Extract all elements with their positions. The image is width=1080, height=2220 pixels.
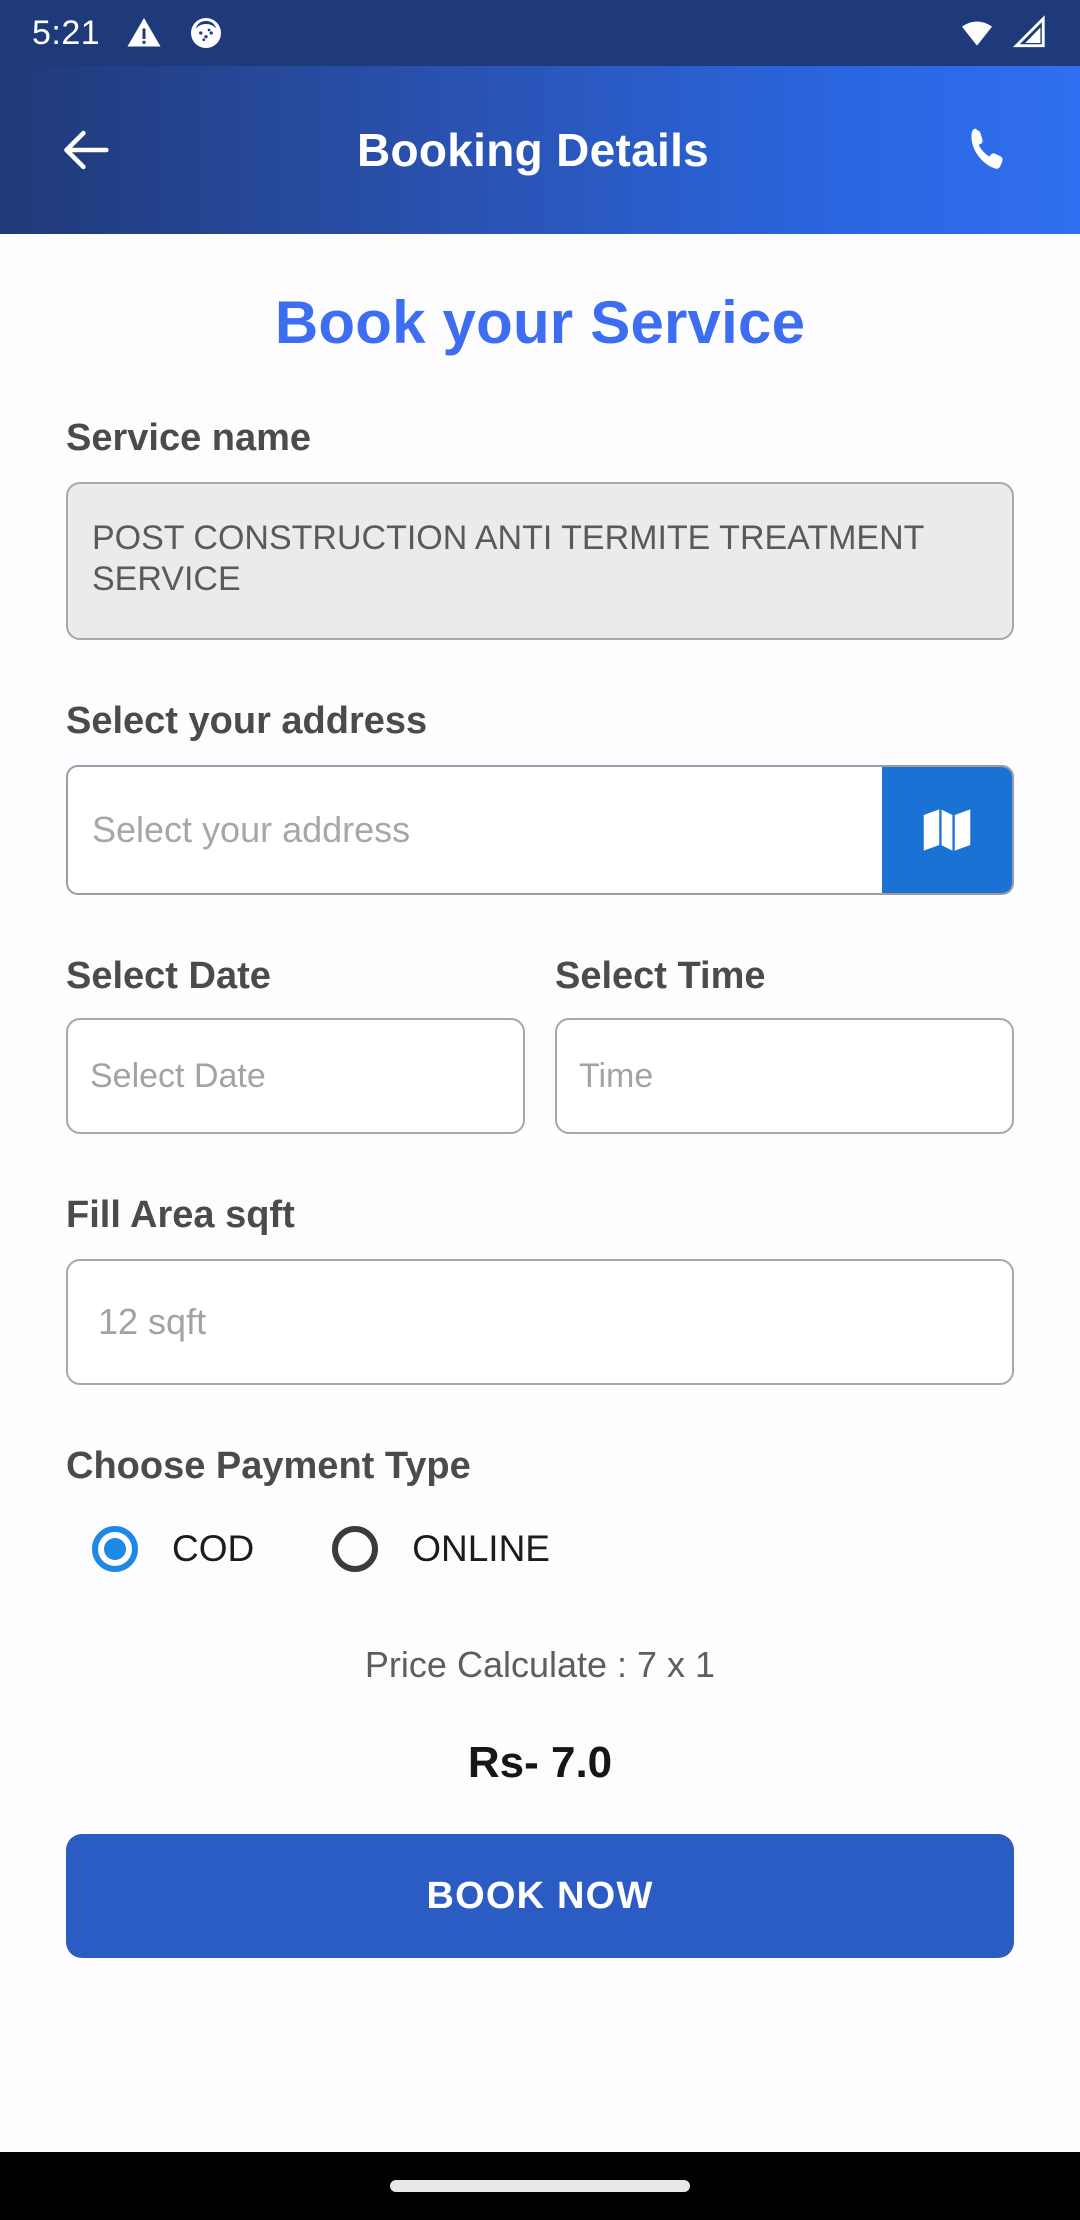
status-bar-left: 5:21 xyxy=(32,14,224,53)
book-now-button[interactable]: BOOK NOW xyxy=(66,1834,1014,1958)
status-bar-right xyxy=(958,14,1048,52)
radio-dot xyxy=(104,1538,126,1560)
debug-circle-icon xyxy=(188,15,224,51)
address-label: Select your address xyxy=(66,700,428,742)
address-input[interactable]: Select your address xyxy=(68,767,882,893)
status-bar-clock: 5:21 xyxy=(32,13,101,52)
system-nav-bar xyxy=(0,2152,1080,2220)
price-total: Rs- 7.0 xyxy=(467,1738,613,1787)
address-field-row: Select your address xyxy=(66,765,1014,895)
date-time-row: Select Date Select Date Select Time Time xyxy=(66,895,1014,1134)
payment-type-label: Choose Payment Type xyxy=(66,1445,471,1487)
service-name-label: Service name xyxy=(66,417,312,459)
radio-selected-icon xyxy=(92,1526,138,1572)
date-column: Select Date Select Date xyxy=(66,895,525,1134)
payment-type-group: COD ONLINE xyxy=(66,1526,1014,1572)
time-input[interactable]: Time xyxy=(555,1018,1014,1134)
wifi-icon xyxy=(958,14,996,52)
payment-option-cod-label: COD xyxy=(172,1528,255,1569)
map-icon xyxy=(916,799,978,861)
radio-unselected-icon xyxy=(332,1526,379,1572)
back-button[interactable] xyxy=(50,113,124,187)
booking-form: Book your Service Service name POST CONS… xyxy=(0,234,1080,2152)
phone-screen: 5:21 Booking Details Book your Service S… xyxy=(0,0,1080,2220)
price-calculation: Price Calculate : 7 x 1 xyxy=(364,1644,716,1685)
date-label: Select Date xyxy=(66,955,271,997)
pick-on-map-button[interactable] xyxy=(882,767,1012,893)
warning-triangle-icon xyxy=(126,15,162,51)
date-input[interactable]: Select Date xyxy=(66,1018,525,1134)
area-input[interactable]: 12 sqft xyxy=(66,1259,1014,1385)
app-bar: Booking Details xyxy=(0,66,1080,234)
status-bar: 5:21 xyxy=(0,0,1080,66)
time-column: Select Time Time xyxy=(555,895,1014,1134)
page-heading: Book your Service xyxy=(274,289,806,356)
home-indicator[interactable] xyxy=(390,2180,690,2192)
back-arrow-icon xyxy=(58,121,116,179)
area-label: Fill Area sqft xyxy=(66,1194,295,1236)
phone-icon xyxy=(961,122,1017,178)
payment-option-cod[interactable]: COD xyxy=(92,1526,254,1572)
call-button[interactable] xyxy=(952,113,1026,187)
page-title: Booking Details xyxy=(356,124,710,176)
cell-signal-icon xyxy=(1010,14,1048,52)
time-label: Select Time xyxy=(555,955,766,997)
service-name-field: POST CONSTRUCTION ANTI TERMITE TREATMENT… xyxy=(66,482,1014,640)
payment-option-online[interactable]: ONLINE xyxy=(332,1526,550,1572)
payment-option-online-label: ONLINE xyxy=(412,1528,550,1569)
